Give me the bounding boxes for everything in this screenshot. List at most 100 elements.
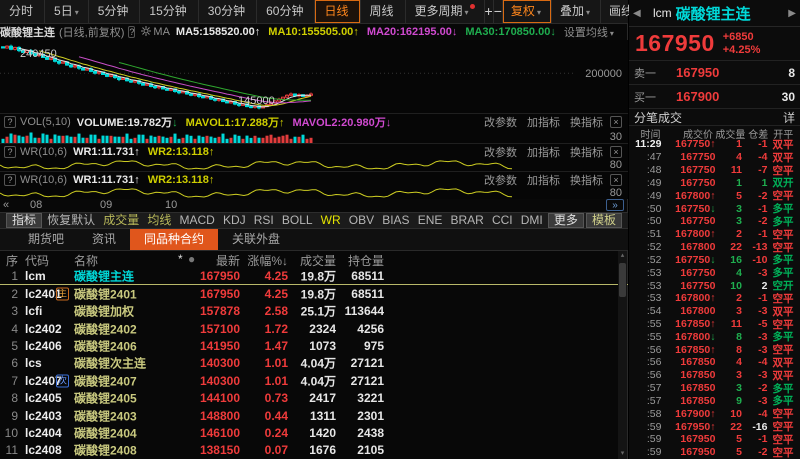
row-seq: 8 xyxy=(0,391,18,405)
ma-settings-button[interactable]: 设置均线▾ xyxy=(564,24,614,40)
period-button[interactable]: 分时 xyxy=(0,0,45,23)
table-row[interactable]: 8 lc2405 碳酸锂2405 144100 0.73 2417 3221 xyxy=(0,390,628,407)
close-icon[interactable]: × xyxy=(610,174,622,186)
row-seq: 4 xyxy=(0,322,18,336)
indicator-chip[interactable]: CCI xyxy=(489,213,516,228)
last-price: 148800 xyxy=(180,409,240,423)
table-row[interactable]: 1 lcm 碳酸锂主连 167950 4.25 19.8万 68511 xyxy=(0,267,628,285)
table-row[interactable]: 6 lcs 碳酸锂次主连 140300 1.01 4.04万 27121 xyxy=(0,355,628,372)
indicator-chip[interactable]: ENE xyxy=(415,213,446,228)
help-icon[interactable]: ? xyxy=(128,26,135,38)
help-icon[interactable]: ? xyxy=(4,174,16,186)
indicator-chip[interactable]: DMI xyxy=(518,213,546,228)
indicator-chip[interactable]: OBV xyxy=(346,213,377,228)
panel-action-button[interactable]: 换指标 xyxy=(570,117,603,129)
help-icon[interactable]: ? xyxy=(4,116,16,128)
period-button[interactable]: 15分钟 xyxy=(140,0,198,23)
tab[interactable]: 资讯 xyxy=(78,229,130,250)
table-row[interactable]: 11 lc2408 碳酸锂2408 138150 0.07 1676 2105 xyxy=(0,442,628,459)
expand-panel-icon[interactable]: » xyxy=(606,199,624,211)
tool-button[interactable]: 复权▾ xyxy=(503,0,552,23)
contract-name: 碳酸锂2403 xyxy=(74,407,137,424)
tick-price: 167750↓ xyxy=(661,203,715,215)
period-button[interactable]: 日线 xyxy=(315,0,360,23)
tab[interactable]: 期货吧 xyxy=(14,229,78,250)
wr1-panel[interactable]: ? WR(10,6) WR1:11.731↑WR2:13.118↑ 改参数加指标… xyxy=(0,143,628,171)
contract-code: lc2404 xyxy=(25,426,62,440)
tick-oi-change: -4 xyxy=(742,408,768,420)
indicator-chip[interactable]: 恢复默认 xyxy=(44,213,98,228)
indicator-chip-label: KDJ xyxy=(223,213,246,227)
tick-detail-link[interactable]: 详 xyxy=(783,109,795,126)
trend-arrow-icon: ↓ xyxy=(452,26,458,38)
indicator-chip[interactable]: MACD xyxy=(177,213,218,228)
tick-oi-change: -1 xyxy=(742,433,768,445)
ma-value-text: MA20:162195.00 xyxy=(367,26,452,38)
table-row[interactable]: 5 lc2406 碳酸锂2406 141950 1.47 1073 975 xyxy=(0,337,628,354)
scroll-left-icon[interactable]: « xyxy=(3,199,9,211)
table-row[interactable]: 3 lcfi 碳酸锂加权 157878 2.58 25.1万 113644 xyxy=(0,303,628,320)
tick-price: 167750 xyxy=(661,177,715,189)
panel-action-button[interactable]: 加指标 xyxy=(527,117,560,129)
period-button[interactable]: 周线 xyxy=(361,0,406,23)
tick-price-value: 167950 xyxy=(680,446,715,458)
tick-oi-change: -1 xyxy=(742,228,768,240)
table-row[interactable]: 10 lc2404 碳酸锂2404 146100 0.24 1420 2438 xyxy=(0,424,628,441)
tick-price: 167750↑ xyxy=(661,138,715,150)
table-row[interactable]: 2 lc2401 主 碳酸锂2401 167950 4.25 19.8万 685… xyxy=(0,285,628,302)
table-row[interactable]: 9 lc2403 碳酸锂2403 148800 0.44 1311 2301 xyxy=(0,407,628,424)
wr2-panel[interactable]: ? WR(10,6) WR1:11.731↑WR2:13.118↑ 改参数加指标… xyxy=(0,171,628,199)
close-icon[interactable]: × xyxy=(610,116,622,128)
period-button[interactable]: 5分钟 xyxy=(89,0,141,23)
indicator-chip[interactable]: BOLL xyxy=(279,213,316,228)
trend-arrow-icon: ↑ xyxy=(353,26,359,38)
period-button[interactable]: 60分钟 xyxy=(257,0,315,23)
period-button[interactable]: 30分钟 xyxy=(199,0,257,23)
indicator-chip[interactable]: BIAS xyxy=(379,213,412,228)
bid-row: 买一 167900 30 xyxy=(629,84,800,108)
scrollbar-thumb[interactable] xyxy=(619,263,626,297)
table-scrollbar[interactable]: ▴ ▾ xyxy=(618,251,627,459)
indicator-chip[interactable]: 更多 xyxy=(548,213,584,228)
indicator-chip[interactable]: RSI xyxy=(251,213,277,228)
bottom-tabs: 期货吧资讯同品种合约关联外盘 xyxy=(0,229,628,251)
table-row[interactable]: 4 lc2402 碳酸锂2402 157100 1.72 2324 4256 xyxy=(0,320,628,337)
scroll-down-icon[interactable]: ▾ xyxy=(618,449,627,459)
volume-panel[interactable]: ? VOL(5,10) VOLUME:19.782万↓MAVOL1:17.288… xyxy=(0,113,628,143)
scroll-up-icon[interactable]: ▴ xyxy=(618,251,627,261)
indicator-chip[interactable]: WR xyxy=(318,213,344,228)
candlestick-chart[interactable]: 240450 145000 200000 xyxy=(0,40,628,113)
indicator-chip[interactable]: 成交量 xyxy=(100,213,142,228)
indicator-chip[interactable]: 均线 xyxy=(144,213,174,228)
zoom-out-button[interactable]: − xyxy=(494,0,503,23)
table-row[interactable]: 7 lc2407 次 碳酸锂2407 140300 1.01 4.04万 271… xyxy=(0,372,628,389)
tick-price: 167800 xyxy=(661,241,715,253)
tick-volume: 2 xyxy=(715,292,742,304)
notification-dot xyxy=(470,4,475,9)
zoom-in-button[interactable]: + xyxy=(485,0,494,23)
gear-icon[interactable] xyxy=(141,26,151,39)
prev-contract-icon[interactable]: ◀ xyxy=(633,8,645,19)
tick-volume: 4 xyxy=(715,151,742,163)
col-open-close: 开平 xyxy=(773,126,800,138)
tab[interactable]: 关联外盘 xyxy=(218,229,294,250)
tool-button[interactable]: 叠加▾ xyxy=(552,0,601,23)
period-button[interactable]: 5日▾ xyxy=(45,0,89,23)
indicator-chip[interactable]: BRAR xyxy=(447,213,486,228)
tick-price: 167850 xyxy=(661,395,715,407)
indicator-chip[interactable]: 模板 xyxy=(586,213,622,228)
next-contract-icon[interactable]: ▶ xyxy=(784,8,796,19)
tick-volume: 3 xyxy=(715,369,742,381)
indicator-chip[interactable]: KDJ xyxy=(220,213,249,228)
close-icon[interactable]: × xyxy=(610,146,622,158)
tick-volume: 3 xyxy=(715,215,742,227)
indicator-chip[interactable]: 指标 xyxy=(6,213,42,228)
tab[interactable]: 同品种合约 xyxy=(130,229,218,250)
period-button[interactable]: 更多周期▾ xyxy=(406,0,485,23)
tick-price: 167750 xyxy=(661,280,715,292)
last-price: 157878 xyxy=(180,304,240,318)
panel-action-button[interactable]: 改参数 xyxy=(484,117,517,129)
contract-code: lcfi xyxy=(25,304,42,318)
volume-legend: ? VOL(5,10) VOLUME:19.782万↓MAVOL1:17.288… xyxy=(0,115,628,128)
help-icon[interactable]: ? xyxy=(4,146,16,158)
